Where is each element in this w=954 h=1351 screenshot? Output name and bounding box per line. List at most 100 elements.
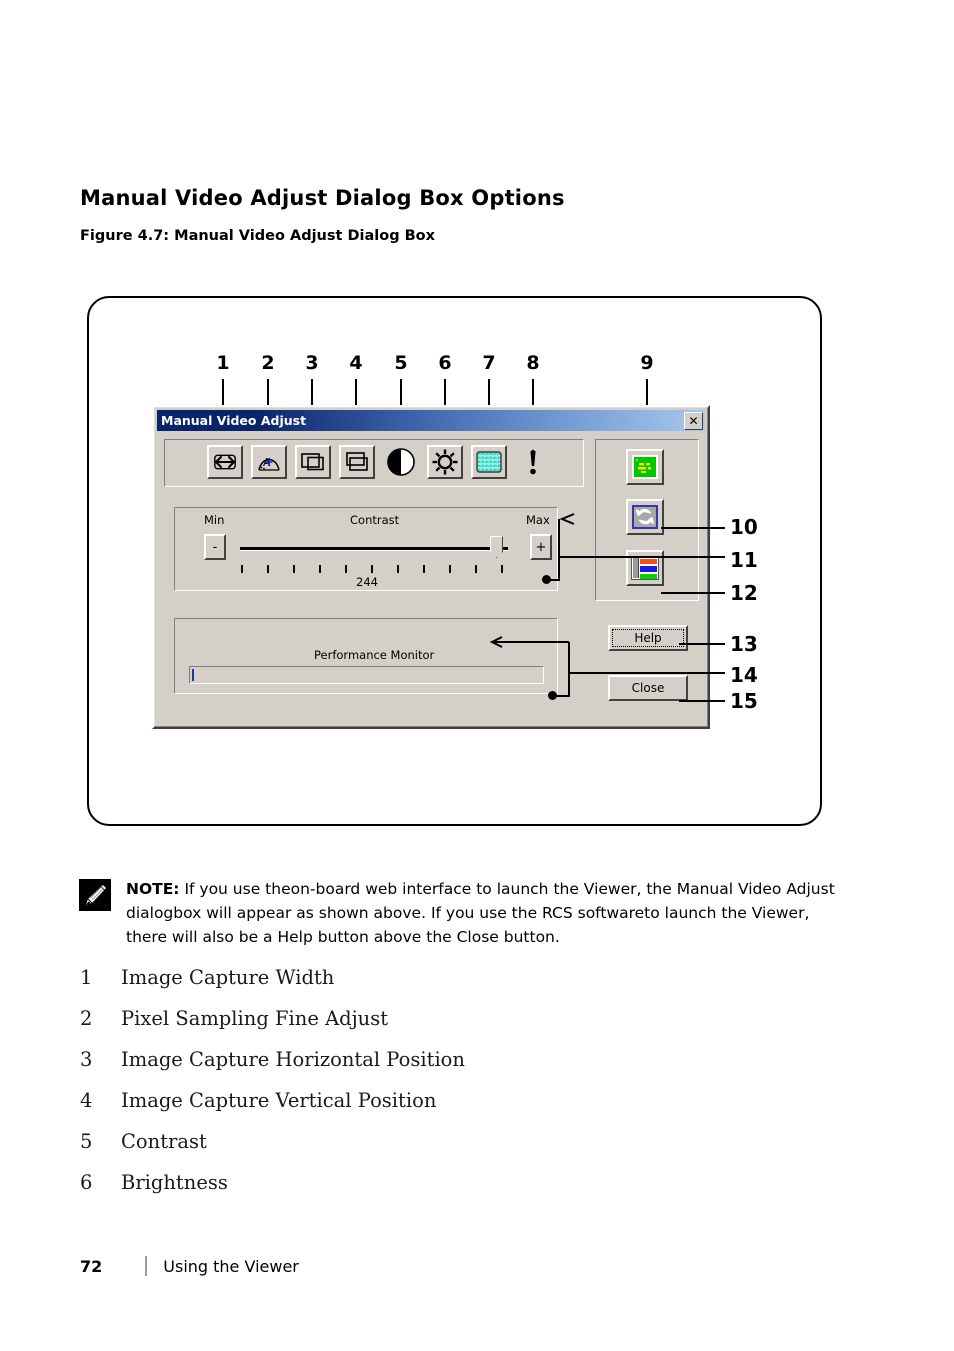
slider-tick xyxy=(319,565,321,573)
help-button[interactable]: Help xyxy=(608,625,688,651)
close-button[interactable]: Close xyxy=(608,675,688,701)
slider-value: 244 xyxy=(356,575,378,589)
footer-title: Using the Viewer xyxy=(163,1256,299,1276)
side-button-refresh-image[interactable] xyxy=(626,499,664,535)
refresh-image-icon xyxy=(632,505,658,529)
slider-tick xyxy=(475,565,477,573)
test-pattern-red xyxy=(640,558,657,564)
list-item-number: 1 xyxy=(80,966,93,989)
callout-number-8: 8 xyxy=(526,352,540,374)
list-item-label: Image Capture Width xyxy=(121,966,335,989)
list-item-label: Brightness xyxy=(121,1171,228,1194)
callout-number-5: 5 xyxy=(394,352,408,374)
help-button-label: Help xyxy=(634,631,662,645)
callout-number-15: 15 xyxy=(730,689,758,713)
toolbar-button-pixel-sampling-fine-adjust[interactable]: A xyxy=(251,445,287,479)
options-list: 1 Image Capture Width 2 Pixel Sampling F… xyxy=(80,966,780,1212)
performance-monitor-bar xyxy=(189,666,544,684)
slider-tick xyxy=(293,565,295,573)
callout-number-6: 6 xyxy=(438,352,452,374)
test-pattern-blue xyxy=(640,566,657,572)
toolbar-button-brightness[interactable] xyxy=(427,445,463,479)
callout-arrow-14 xyxy=(489,636,569,648)
list-item: 6 Brightness xyxy=(80,1171,780,1212)
callout-number-12: 12 xyxy=(730,581,758,605)
priority-threshold-icon xyxy=(530,449,536,475)
test-pattern-slider-bar xyxy=(633,558,639,578)
slider-tick xyxy=(423,565,425,573)
image-capture-width-icon xyxy=(214,454,236,470)
callout-dot-11 xyxy=(542,575,551,584)
toolbar-button-image-capture-width[interactable] xyxy=(207,445,243,479)
list-item-number: 2 xyxy=(80,1007,93,1030)
callout-line-13 xyxy=(679,643,725,645)
dialog-title: Manual Video Adjust xyxy=(161,413,307,428)
toolbar-button-image-capture-vertical-position[interactable] xyxy=(339,445,375,479)
callout-number-11: 11 xyxy=(730,548,758,572)
callout-line-14 xyxy=(570,672,725,674)
callout-line-12 xyxy=(661,592,725,594)
side-button-automatic-video-adjust[interactable] xyxy=(626,449,664,485)
note-content: If you use theon-board web interface to … xyxy=(126,880,835,946)
page-title: Manual Video Adjust Dialog Box Options xyxy=(80,186,565,210)
slider-tick xyxy=(397,565,399,573)
callout-line-11-vert xyxy=(558,519,560,581)
slider-tick xyxy=(241,565,243,573)
callout-line-11 xyxy=(560,556,725,558)
list-item-number: 6 xyxy=(80,1171,93,1194)
slider-tick xyxy=(267,565,269,573)
slider-name-label: Contrast xyxy=(350,513,400,527)
list-item-label: Image Capture Vertical Position xyxy=(121,1089,437,1112)
note-label: NOTE: xyxy=(126,880,180,898)
note-pencil-icon xyxy=(79,879,111,911)
list-item-label: Pixel Sampling Fine Adjust xyxy=(121,1007,389,1030)
toolbar-button-priority-threshold[interactable] xyxy=(515,445,551,479)
callout-number-2: 2 xyxy=(261,352,275,374)
footer-divider xyxy=(145,1256,148,1276)
list-item: 2 Pixel Sampling Fine Adjust xyxy=(80,1007,780,1048)
test-pattern-green xyxy=(640,573,657,579)
slider-decrement-button[interactable]: - xyxy=(204,534,226,560)
slider-increment-button[interactable]: + xyxy=(530,534,552,560)
note-text: NOTE: If you use theon-board web interfa… xyxy=(126,877,836,949)
list-item: 5 Contrast xyxy=(80,1130,780,1171)
figure-caption: Figure 4.7: Manual Video Adjust Dialog B… xyxy=(80,228,435,244)
list-item: 4 Image Capture Vertical Position xyxy=(80,1089,780,1130)
performance-monitor-label: Performance Monitor xyxy=(314,648,435,662)
callout-number-9: 9 xyxy=(640,352,654,374)
dialog-titlebar[interactable]: Manual Video Adjust ✕ xyxy=(157,410,705,431)
toolbar-button-image-capture-horizontal-position[interactable] xyxy=(295,445,331,479)
slider-tick xyxy=(345,565,347,573)
callout-number-7: 7 xyxy=(482,352,496,374)
callout-number-4: 4 xyxy=(349,352,363,374)
list-item: 1 Image Capture Width xyxy=(80,966,780,1007)
callout-line-10 xyxy=(661,527,725,529)
list-item: 3 Image Capture Horizontal Position xyxy=(80,1048,780,1089)
contrast-icon xyxy=(387,448,415,476)
image-capture-horizontal-position-icon xyxy=(301,453,324,471)
adjust-video-test-pattern-icon xyxy=(631,556,659,580)
toolbar-button-contrast[interactable] xyxy=(383,445,419,479)
callout-number-14: 14 xyxy=(730,663,758,687)
performance-monitor-bar-fill xyxy=(192,669,194,681)
close-icon[interactable]: ✕ xyxy=(684,412,703,430)
page-footer: 72 Using the Viewer xyxy=(80,1256,299,1276)
list-item-number: 3 xyxy=(80,1048,93,1071)
slider-min-label: Min xyxy=(204,513,225,527)
list-item-number: 5 xyxy=(80,1130,93,1153)
slider-tick xyxy=(501,565,503,573)
callout-number-1: 1 xyxy=(216,352,230,374)
callout-number-3: 3 xyxy=(305,352,319,374)
brightness-icon xyxy=(432,449,458,475)
slider-max-label: Max xyxy=(526,513,550,527)
list-item-label: Image Capture Horizontal Position xyxy=(121,1048,465,1071)
close-button-label: Close xyxy=(631,681,665,695)
callout-line-15 xyxy=(679,700,725,702)
slider-track[interactable] xyxy=(240,547,508,551)
toolbar-button-noise-threshold[interactable] xyxy=(471,445,507,479)
slider-tick xyxy=(449,565,451,573)
noise-threshold-icon xyxy=(476,451,502,473)
automatic-video-adjust-icon xyxy=(632,455,658,479)
callout-dot-14 xyxy=(548,691,557,700)
image-capture-vertical-position-icon xyxy=(346,452,368,471)
